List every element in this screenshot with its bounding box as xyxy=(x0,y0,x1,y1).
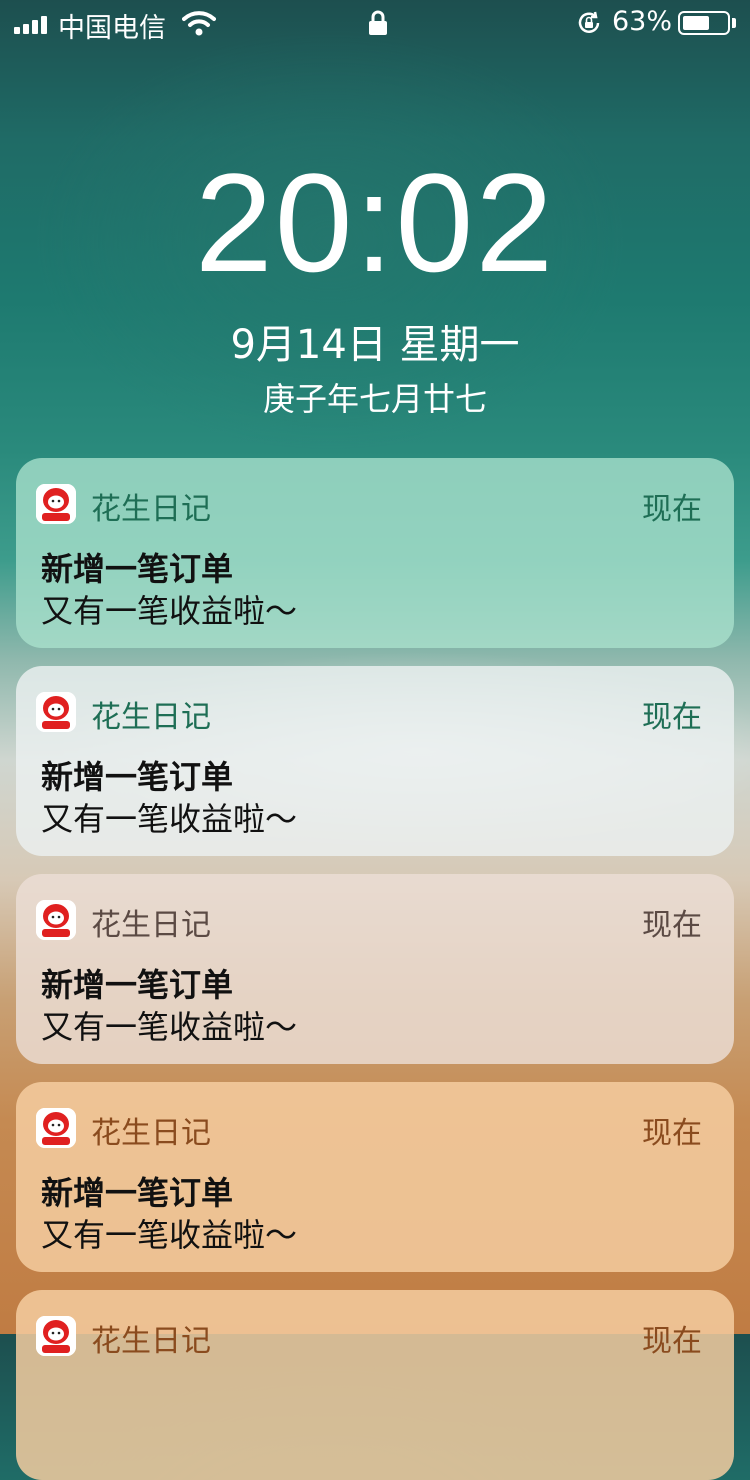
signal-strength-icon xyxy=(14,14,47,34)
notification-time: 现在 xyxy=(642,908,702,943)
notification-card[interactable]: 花生日记 现在新增一笔订单又有一笔收益啦～ xyxy=(16,666,734,856)
carrier-name: 中国电信 xyxy=(58,13,166,44)
notification-card[interactable]: 花生日记 现在 xyxy=(16,1290,734,1480)
app-icon xyxy=(36,1316,76,1356)
notification-title: 新增一笔订单 xyxy=(41,758,234,796)
battery-icon xyxy=(678,11,730,35)
notification-app-name: 花生日记 xyxy=(91,908,211,943)
notification-app-name: 花生日记 xyxy=(91,492,211,527)
notification-card[interactable]: 花生日记 现在新增一笔订单又有一笔收益啦～ xyxy=(16,458,734,648)
app-icon xyxy=(36,900,76,940)
notification-card[interactable]: 花生日记 现在新增一笔订单又有一笔收益啦～ xyxy=(16,874,734,1064)
notification-title: 新增一笔订单 xyxy=(41,1174,234,1212)
app-icon xyxy=(36,484,76,524)
notification-app-name: 花生日记 xyxy=(91,1116,211,1151)
notification-body: 又有一笔收益啦～ xyxy=(41,592,298,630)
notification-time: 现在 xyxy=(642,1116,702,1151)
lock-screen-date: 9月14日 星期一 xyxy=(230,322,520,368)
notification-time: 现在 xyxy=(642,700,702,735)
notification-body: 又有一笔收益啦～ xyxy=(41,1216,298,1254)
wifi-icon xyxy=(182,10,216,43)
battery-level-fill xyxy=(683,16,709,30)
lock-screen-clock: 20:02 xyxy=(194,144,556,301)
notification-title: 新增一笔订单 xyxy=(41,966,234,1004)
notification-time: 现在 xyxy=(642,1324,702,1359)
battery-percent: 63% xyxy=(612,6,673,37)
notification-title: 新增一笔订单 xyxy=(41,550,234,588)
status-bar: 中国电信 63% xyxy=(0,0,750,48)
lunar-date: 庚子年七月廿七 xyxy=(262,380,487,418)
app-icon xyxy=(36,1108,76,1148)
rotation-lock-icon xyxy=(576,10,602,43)
notification-body: 又有一笔收益啦～ xyxy=(41,800,298,838)
battery-tip xyxy=(732,18,736,28)
notification-time: 现在 xyxy=(642,492,702,527)
notification-card[interactable]: 花生日记 现在新增一笔订单又有一笔收益啦～ xyxy=(16,1082,734,1272)
lock-icon xyxy=(368,10,388,43)
app-icon xyxy=(36,692,76,732)
notification-body: 又有一笔收益啦～ xyxy=(41,1008,298,1046)
notification-app-name: 花生日记 xyxy=(91,1324,211,1359)
notification-app-name: 花生日记 xyxy=(91,700,211,735)
